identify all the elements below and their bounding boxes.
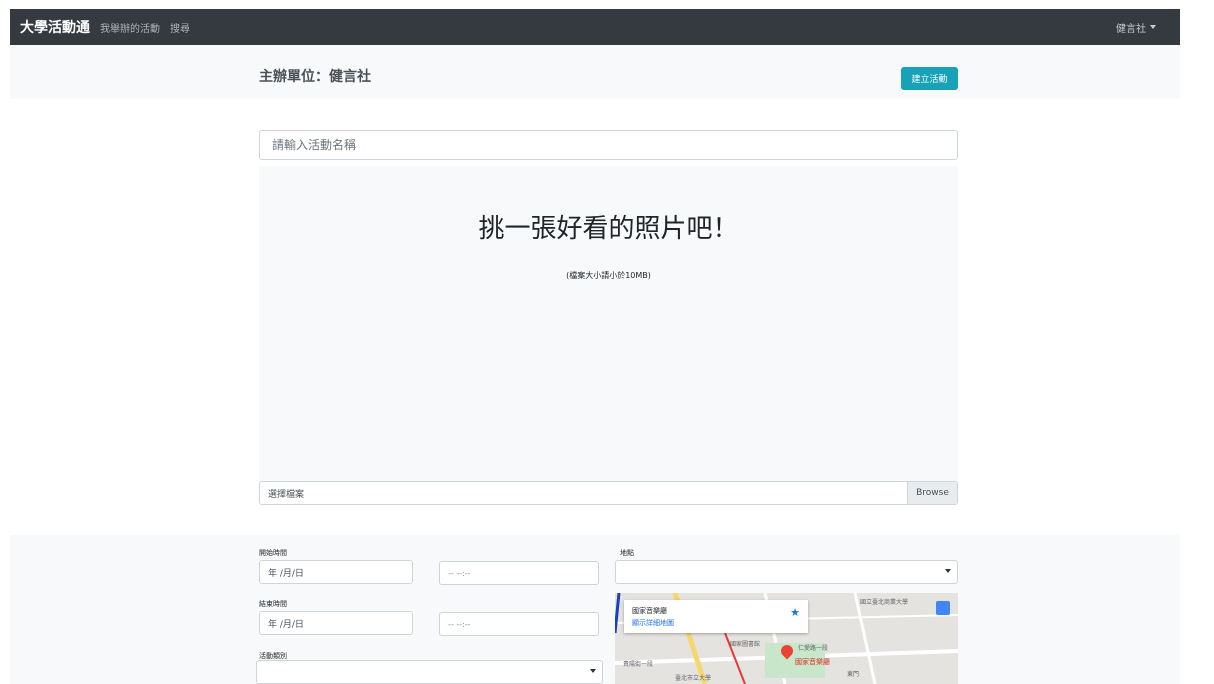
user-dropdown[interactable]: 健言社 [1116,20,1156,35]
file-input-label: 選擇檔案 [268,489,305,500]
user-name: 健言社 [1116,23,1146,35]
nav-search[interactable]: 搜尋 [170,20,190,35]
street-view-icon[interactable] [936,601,950,615]
map-label: 國家圖書館 [730,641,761,648]
browse-button[interactable]: Browse [907,482,957,504]
star-icon[interactable]: ★ [790,606,800,619]
start-date-field[interactable]: 年 /月/日 [259,560,413,584]
map-label: 仁愛路一段 [798,645,829,652]
event-name-input[interactable] [259,130,958,160]
category-select[interactable] [256,660,603,684]
map-card-title: 國家音樂廳 [632,607,667,615]
end-time-field[interactable]: -- --:-- [439,612,599,636]
location-map[interactable]: 國家音樂廳 顯示詳細地圖 ★ 國立臺北商業大學 國家圖書館 臺北市立大學 東門 … [615,593,958,684]
photo-drop-area[interactable]: 挑一張好看的照片吧！ (檔案大小請小於10MB) [259,166,958,482]
chevron-down-icon [945,569,951,573]
map-details-link[interactable]: 顯示詳細地圖 [632,618,674,628]
end-date-field[interactable]: 年 /月/日 [259,611,413,635]
photo-title: 挑一張好看的照片吧！ [478,214,739,244]
map-info-card: 國家音樂廳 顯示詳細地圖 ★ [624,600,808,633]
nav-my-events[interactable]: 我舉辦的活動 [100,20,160,35]
navbar: 大學活動通 我舉辦的活動 搜尋 健言社 [10,9,1180,45]
photo-size-note: (檔案大小請小於10MB) [566,271,651,280]
start-time-field[interactable]: -- --:-- [439,561,599,585]
brand-link[interactable]: 大學活動通 [20,17,90,37]
location-label: 地點 [620,549,634,557]
create-event-button[interactable]: 建立活動 [901,67,958,90]
map-place-label: 國家音樂廳 [795,658,830,666]
map-label: 臺北市立大學 [675,675,712,682]
location-select[interactable] [615,560,958,584]
organizer-title: 主辦單位：健言社 [259,69,371,85]
end-time-label: 結束時間 [259,600,287,608]
header-band [10,45,1180,99]
chevron-down-icon [1150,25,1156,29]
start-time-label: 開始時間 [259,549,287,557]
file-input[interactable]: 選擇檔案 Browse [259,481,958,505]
map-label: 貴陽街一段 [623,661,654,668]
map-label: 東門 [847,671,860,678]
map-label: 國立臺北商業大學 [860,599,909,606]
chevron-down-icon [590,669,596,673]
